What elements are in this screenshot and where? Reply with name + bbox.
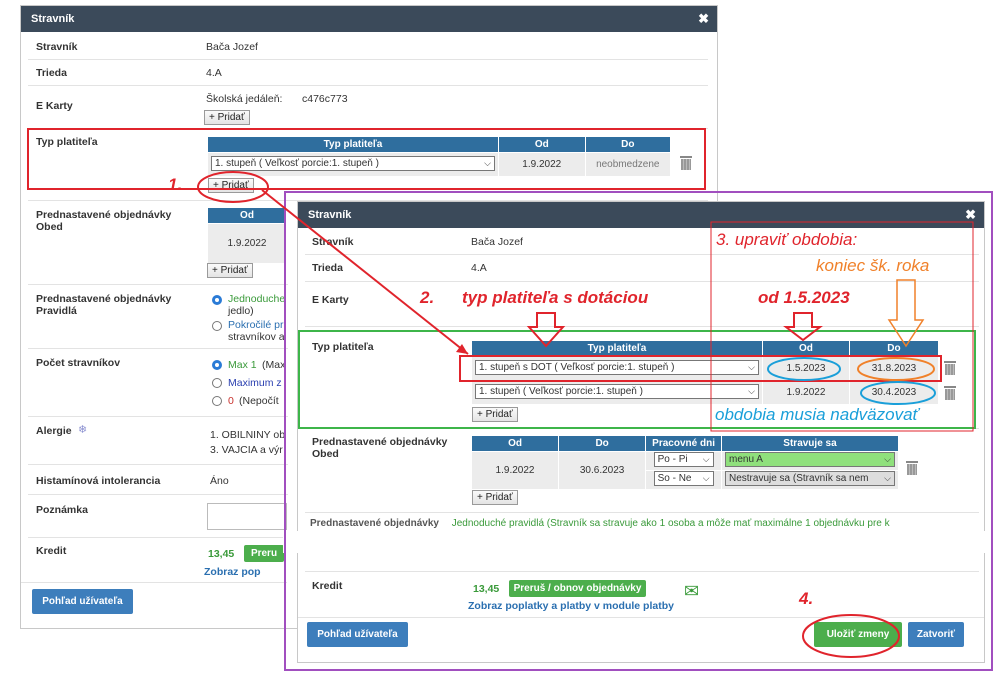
annotation-step3-sub: koniec šk. roka	[816, 256, 930, 275]
annotation-step3-from: od 1.5.2023	[758, 288, 850, 307]
annotation-step1: 1.	[168, 175, 183, 194]
annotation-step2-text: typ platiteľa s dotáciou	[462, 288, 649, 307]
annotation-step4: 4.	[799, 589, 814, 608]
annotation-overlay	[27, 128, 993, 671]
down-arrow-od	[783, 312, 823, 342]
annotation-step3-note: obdobia musia nadväzovať	[715, 405, 919, 424]
annotation-step3: 3. upraviť obdobia:	[716, 230, 858, 249]
step3-box	[710, 221, 974, 432]
od-ellipse	[767, 357, 841, 381]
annotation-step2: 2.	[420, 288, 435, 307]
do-ellipse	[857, 357, 935, 381]
step1-highlight-box	[27, 128, 706, 190]
arrow-line	[261, 189, 469, 355]
down-arrow-do	[887, 279, 925, 348]
step1-add-ellipse	[197, 171, 269, 203]
do2-ellipse	[860, 381, 936, 405]
down-arrow-typ	[526, 312, 566, 348]
save-ellipse	[802, 614, 900, 658]
